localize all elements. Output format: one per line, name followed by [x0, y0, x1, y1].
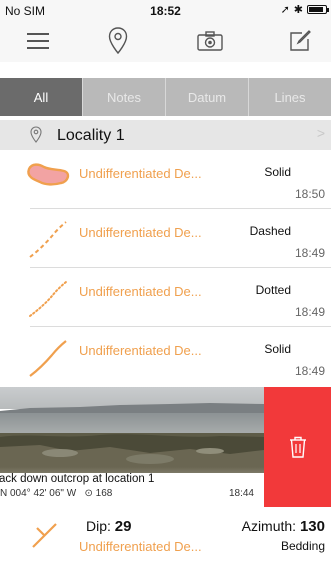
polygon-icon [24, 158, 72, 202]
list-item[interactable]: Undifferentiated De... Solid 18:50 [0, 150, 331, 209]
dip-label: Dip: [86, 518, 111, 534]
azimuth-readout: Azimuth: 130 [242, 518, 325, 535]
list-item[interactable]: Undifferentiated De... Dotted 18:49 [0, 268, 331, 327]
item-time: 18:50 [294, 187, 325, 201]
locality-title: Locality 1 [57, 127, 125, 144]
item-time: 18:49 [294, 305, 325, 319]
bluetooth-icon: ✱ [293, 4, 303, 16]
tab-lines[interactable]: Lines [249, 78, 331, 116]
toolbar [0, 20, 331, 62]
photo-thumbnail[interactable]: ack down outcrop at location 1 N 004° 42… [0, 387, 264, 507]
item-type: Bedding [280, 539, 325, 553]
location-pin-icon[interactable] [100, 24, 136, 58]
list-item[interactable]: Undifferentiated De... Solid 18:49 [0, 327, 331, 386]
photo-time: 18:44 [228, 488, 254, 499]
photo-coordinates: N 004° 42' 06" W [0, 488, 77, 499]
item-name: Undifferentiated De... [79, 539, 202, 554]
hamburger-icon[interactable] [20, 24, 56, 58]
item-name: Undifferentiated De... [79, 343, 202, 358]
photo-altitude: 168 [95, 488, 113, 499]
location-arrow-icon: ➚ [280, 4, 290, 16]
trash-icon [289, 436, 306, 458]
tab-all[interactable]: All [0, 78, 83, 116]
strike-dip-icon [30, 520, 60, 555]
locality-header[interactable]: Locality 1 > [0, 120, 331, 150]
tab-notes[interactable]: Notes [83, 78, 166, 116]
tab-datum[interactable]: Datum [166, 78, 249, 116]
item-time: 18:49 [294, 246, 325, 260]
status-icons: ➚ ✱ [280, 3, 329, 16]
dip-readout: Dip: 29 [86, 518, 131, 535]
item-name: Undifferentiated De... [79, 225, 202, 240]
azimuth-label: Azimuth: [241, 518, 297, 534]
azimuth-value: 130 [299, 518, 325, 535]
photo-list-item[interactable]: ack down outcrop at location 1 N 004° 42… [0, 387, 331, 507]
photo-caption: ack down outcrop at location 1 [0, 473, 155, 485]
solid-line-icon [24, 335, 72, 379]
battery-icon [307, 5, 329, 14]
dotted-line-icon [24, 276, 72, 320]
item-type: Solid [264, 342, 291, 356]
list-item[interactable]: Undifferentiated De... Dashed 18:49 [0, 209, 331, 268]
dip-value: 29 [114, 518, 132, 535]
filter-tabs: All Notes Datum Lines [0, 78, 331, 116]
list-item[interactable]: Dip: 29 Azimuth: 130 Undifferentiated De… [0, 507, 331, 571]
item-name: Undifferentiated De... [79, 284, 202, 299]
status-bar: No SIM 18:52 ➚ ✱ [0, 0, 331, 20]
item-type: Solid [264, 165, 291, 179]
item-name: Undifferentiated De... [79, 166, 202, 181]
delete-button[interactable] [264, 387, 331, 507]
compose-icon[interactable] [282, 24, 318, 58]
dashed-line-icon [24, 217, 72, 261]
item-type: Dashed [249, 224, 291, 238]
altitude-icon: ⊙ [78, 488, 96, 499]
location-pin-icon [30, 126, 42, 148]
camera-icon[interactable] [192, 24, 228, 58]
item-time: 18:49 [294, 364, 325, 378]
item-type: Dotted [255, 283, 291, 297]
chevron-right-icon: > [316, 125, 325, 141]
photo-meta: N 004° 42' 06" W ⊙ 168 18:44 [0, 488, 264, 499]
